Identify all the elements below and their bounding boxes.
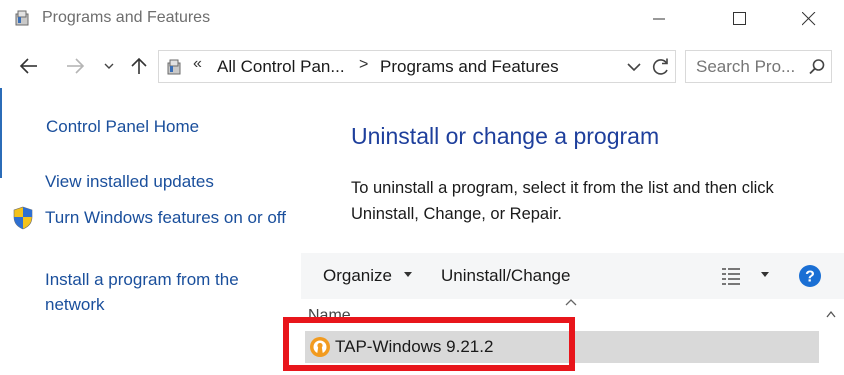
search-box[interactable]: Search Pro... [685, 50, 832, 83]
organize-dropdown-icon[interactable] [404, 272, 412, 278]
page-title: Uninstall or change a program [351, 123, 660, 149]
recent-locations-button[interactable] [100, 54, 118, 78]
address-dropdown-icon[interactable] [625, 58, 643, 76]
navigation-bar: « All Control Pan... > Programs and Feat… [0, 44, 844, 88]
address-bar[interactable]: « All Control Pan... > Programs and Feat… [158, 50, 676, 83]
search-icon[interactable] [808, 58, 826, 76]
minimize-icon [653, 18, 665, 20]
programs-features-icon [15, 10, 29, 26]
minimize-button[interactable] [637, 0, 683, 38]
refresh-icon[interactable] [651, 57, 671, 77]
svg-text:?: ? [805, 269, 815, 286]
close-button[interactable] [786, 0, 832, 38]
highlight-box [283, 317, 575, 371]
scroll-up-icon[interactable] [826, 310, 836, 318]
view-details-icon[interactable] [721, 266, 741, 286]
vertical-scrollbar[interactable] [820, 300, 842, 375]
uninstall-change-button[interactable]: Uninstall/Change [441, 266, 570, 286]
sort-ascending-icon [565, 299, 577, 306]
link-control-panel-home[interactable]: Control Panel Home [46, 114, 199, 139]
uac-shield-icon [13, 206, 33, 230]
maximize-icon [733, 12, 746, 25]
breadcrumb-all-control-panel[interactable]: All Control Pan... [217, 57, 345, 77]
control-panel-icon [167, 59, 181, 75]
link-install-from-network[interactable]: Install a program from the network [45, 267, 295, 317]
view-dropdown-icon[interactable] [761, 272, 769, 278]
up-button[interactable] [128, 54, 150, 78]
chevron-down-icon [104, 63, 114, 69]
title-bar: Programs and Features [0, 0, 844, 38]
back-button[interactable] [16, 54, 42, 78]
breadcrumb-separator[interactable]: > [359, 56, 368, 74]
window-edge-accent [0, 88, 2, 178]
link-turn-windows-features[interactable]: Turn Windows features on or off [45, 205, 295, 230]
arrow-up-icon [131, 57, 147, 74]
arrow-left-icon [19, 58, 37, 74]
help-icon[interactable]: ? [798, 264, 822, 288]
breadcrumb-overflow[interactable]: « [193, 55, 202, 73]
close-icon [802, 12, 816, 26]
forward-button[interactable] [62, 54, 88, 78]
arrow-right-icon [67, 58, 85, 74]
maximize-button[interactable] [717, 0, 763, 38]
command-bar: Organize Uninstall/Change ? [301, 253, 844, 299]
search-placeholder: Search Pro... [696, 57, 796, 76]
breadcrumb-programs-features[interactable]: Programs and Features [380, 57, 559, 77]
link-view-installed-updates[interactable]: View installed updates [45, 169, 214, 194]
organize-button[interactable]: Organize [323, 266, 392, 286]
page-description: To uninstall a program, select it from t… [351, 179, 774, 223]
window-title: Programs and Features [42, 9, 211, 26]
